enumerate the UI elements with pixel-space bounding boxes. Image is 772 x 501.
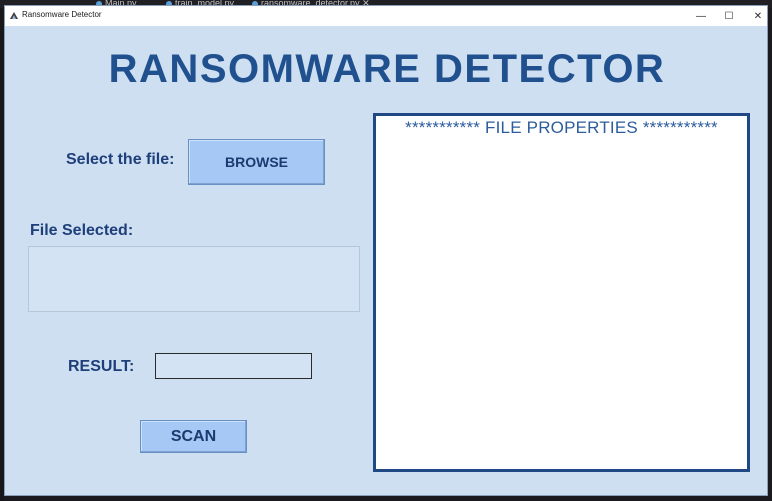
file-selected-field[interactable]	[28, 246, 360, 312]
result-field[interactable]	[155, 353, 312, 379]
app-heading: RANSOMWARE DETECTOR	[108, 47, 666, 91]
title-bar[interactable]: Ransomware Detector — ☐ ✕	[5, 6, 767, 26]
select-file-label: Select the file:	[66, 151, 175, 168]
result-label: RESULT:	[68, 358, 135, 375]
minimize-button[interactable]: —	[688, 8, 714, 24]
feather-app-icon	[10, 12, 18, 19]
file-properties-heading: *********** FILE PROPERTIES ***********	[405, 118, 718, 137]
file-properties-panel[interactable]: *********** FILE PROPERTIES ***********	[373, 113, 750, 472]
window-title: Ransomware Detector	[22, 10, 102, 19]
scan-button[interactable]: SCAN	[140, 420, 247, 453]
file-selected-label: File Selected:	[30, 222, 134, 239]
app-window: Ransomware Detector — ☐ ✕ RANSOMWARE DET…	[4, 5, 768, 496]
maximize-button[interactable]: ☐	[716, 8, 742, 24]
close-button[interactable]: ✕	[745, 8, 771, 24]
browse-button[interactable]: BROWSE	[188, 139, 325, 185]
